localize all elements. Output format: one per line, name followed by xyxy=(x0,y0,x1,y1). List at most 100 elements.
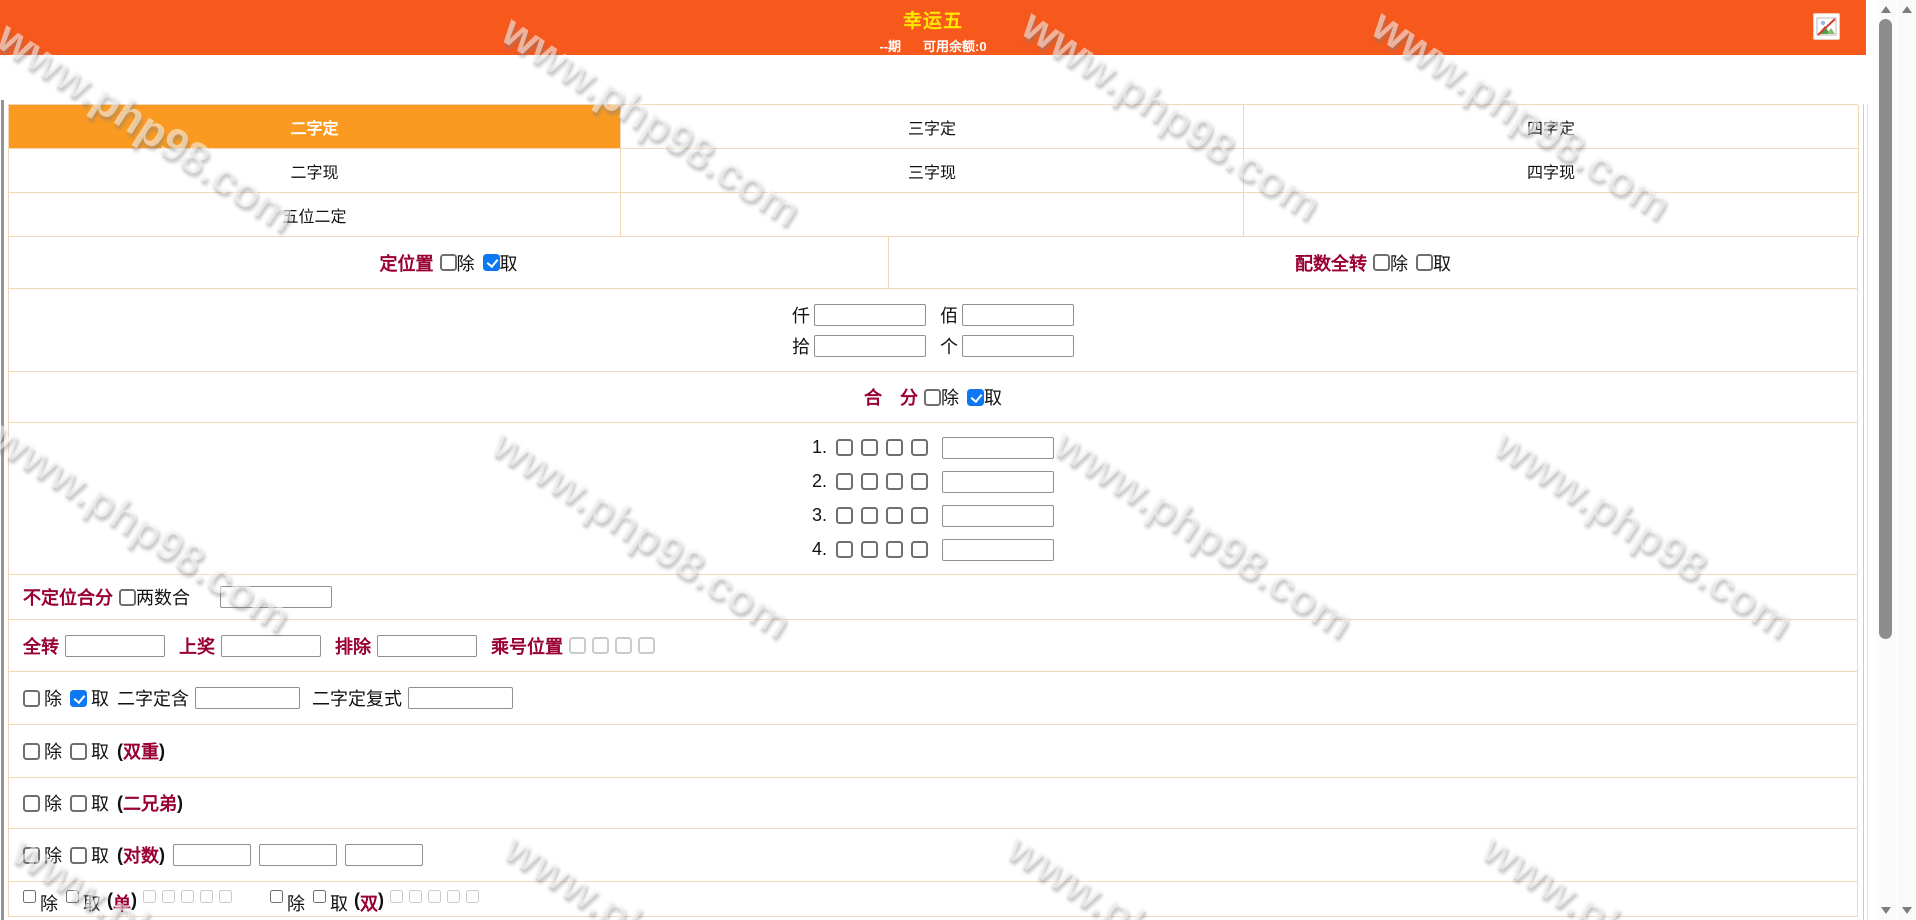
tab-siziding[interactable]: 四字定 xyxy=(1244,105,1859,149)
duishu-input-3[interactable] xyxy=(345,844,423,866)
scroll-up-icon[interactable] xyxy=(1881,6,1891,13)
checkbox-duishu-qu[interactable] xyxy=(70,847,87,864)
row4-amount-input[interactable] xyxy=(942,539,1054,561)
checkbox-chenghao-3[interactable] xyxy=(615,637,632,654)
checkbox-erxiongdi-qu[interactable] xyxy=(70,795,87,812)
checkbox-dingweizhi-chu[interactable] xyxy=(440,254,457,271)
tab-wuweierding[interactable]: 五位二定 xyxy=(9,193,621,237)
row3-amount-input[interactable] xyxy=(942,505,1054,527)
checkbox-liangshuhe[interactable] xyxy=(119,589,136,606)
inner-scrollbar[interactable] xyxy=(1876,0,1896,920)
tab-erzixian[interactable]: 二字现 xyxy=(9,149,621,193)
scroll-down-icon[interactable] xyxy=(1902,907,1912,914)
checkbox-shuang-1[interactable] xyxy=(390,890,403,903)
checkbox-dan-2[interactable] xyxy=(162,890,175,903)
row-shuangchong: 除 取 (双重) xyxy=(9,725,1857,778)
checkbox-shuang-5[interactable] xyxy=(466,890,479,903)
checkbox-row4-3[interactable] xyxy=(886,541,903,558)
page: 幸运五 --期可用余额:0 二字定 三字定 四字定 二字现 三字现 四字现 五 xyxy=(0,0,1916,920)
checkbox-peishu-chu[interactable] xyxy=(1373,254,1390,271)
checkbox-erxiongdi-chu[interactable] xyxy=(23,795,40,812)
checkbox-dan-5[interactable] xyxy=(219,890,232,903)
checkbox-peishu-qu[interactable] xyxy=(1416,254,1433,271)
row2-amount-input[interactable] xyxy=(942,471,1054,493)
broken-image-icon xyxy=(1813,13,1840,40)
checkbox-dan-1[interactable] xyxy=(143,890,156,903)
tab-erziding[interactable]: 二字定 xyxy=(9,105,621,149)
quanzhuan-input[interactable] xyxy=(65,635,165,657)
shangjiang-input[interactable] xyxy=(221,635,321,657)
checkbox-shuangchong-qu[interactable] xyxy=(70,743,87,760)
erzidinghan-input[interactable] xyxy=(195,687,300,709)
row-erzidinghan: 除 取 二字定含 二字定复式 xyxy=(9,672,1857,725)
scroll-up-icon[interactable] xyxy=(1902,6,1912,13)
scroll-down-icon[interactable] xyxy=(1881,907,1891,914)
scrollbar-thumb[interactable] xyxy=(1879,19,1892,639)
bai-input[interactable] xyxy=(962,304,1074,326)
checkbox-row4-4[interactable] xyxy=(911,541,928,558)
checkbox-duishu-chu[interactable] xyxy=(23,847,40,864)
window-scrollbar[interactable] xyxy=(1897,0,1916,920)
game-tab-table: 二字定 三字定 四字定 二字现 三字现 四字现 五位二定 xyxy=(8,104,1858,237)
checkbox-dan-3[interactable] xyxy=(181,890,194,903)
paren-close: ) xyxy=(159,845,165,866)
checkbox-chenghao-4[interactable] xyxy=(638,637,655,654)
checkbox-chenghao-1[interactable] xyxy=(569,637,586,654)
tab-sizixian[interactable]: 四字现 xyxy=(1244,149,1859,193)
cell-dingweizhi: 定位置 除 取 xyxy=(9,237,889,288)
checkbox-row4-1[interactable] xyxy=(836,541,853,558)
checkbox-row3-2[interactable] xyxy=(861,507,878,524)
checkbox-shuang-3[interactable] xyxy=(428,890,441,903)
erzidingfushi-input[interactable] xyxy=(408,687,513,709)
checkbox-row3-1[interactable] xyxy=(836,507,853,524)
chu-label: 除 xyxy=(457,250,475,276)
checkbox-row2-2[interactable] xyxy=(861,473,878,490)
checkbox-dan-qu[interactable] xyxy=(66,890,79,903)
balance-label: 可用余额:0 xyxy=(923,39,987,54)
checkbox-hefen-qu[interactable] xyxy=(967,389,984,406)
shi-input[interactable] xyxy=(814,335,926,357)
checkbox-dingweizhi-qu[interactable] xyxy=(483,254,500,271)
checkbox-row1-4[interactable] xyxy=(911,439,928,456)
ge-label: 个 xyxy=(940,333,958,359)
checkbox-erziding-qu[interactable] xyxy=(70,690,87,707)
checkbox-row2-3[interactable] xyxy=(886,473,903,490)
cell-peishuquanzhuan: 配数全转 除 取 xyxy=(889,237,1857,288)
qian-input[interactable] xyxy=(814,304,926,326)
row1-amount-input[interactable] xyxy=(942,437,1054,459)
row-position-mode: 定位置 除 取 配数全转 除 取 xyxy=(9,237,1857,289)
checkbox-dan-chu[interactable] xyxy=(23,890,36,903)
row-erxiongdi: 除 取 (二兄弟) xyxy=(9,778,1857,829)
checkbox-row3-3[interactable] xyxy=(886,507,903,524)
checkbox-erziding-chu[interactable] xyxy=(23,690,40,707)
checkbox-row1-1[interactable] xyxy=(836,439,853,456)
checkbox-shuang-chu[interactable] xyxy=(270,890,283,903)
checkbox-chenghao-2[interactable] xyxy=(592,637,609,654)
page-title: 幸运五 xyxy=(0,0,1866,33)
checkbox-dan-4[interactable] xyxy=(200,890,213,903)
checkbox-row2-1[interactable] xyxy=(836,473,853,490)
budingwei-input[interactable] xyxy=(220,586,332,608)
paichu-input[interactable] xyxy=(377,635,477,657)
tab-sanzixian[interactable]: 三字现 xyxy=(621,149,1244,193)
tab-empty-cell xyxy=(1244,193,1859,237)
erxiongdi-label: 二兄弟 xyxy=(123,790,177,816)
checkbox-shuang-qu[interactable] xyxy=(313,890,326,903)
duishu-input-1[interactable] xyxy=(173,844,251,866)
row-numbered-bets: 1. 2. 3. 4. xyxy=(9,423,1857,575)
qu-label: 取 xyxy=(91,842,109,868)
checkbox-shuang-2[interactable] xyxy=(409,890,422,903)
period-label: --期 xyxy=(879,39,901,54)
checkbox-shuang-4[interactable] xyxy=(447,890,460,903)
checkbox-shuangchong-chu[interactable] xyxy=(23,743,40,760)
checkbox-hefen-chu[interactable] xyxy=(924,389,941,406)
tab-sanziding[interactable]: 三字定 xyxy=(621,105,1244,149)
checkbox-row3-4[interactable] xyxy=(911,507,928,524)
checkbox-row2-4[interactable] xyxy=(911,473,928,490)
ge-input[interactable] xyxy=(962,335,1074,357)
checkbox-row1-3[interactable] xyxy=(886,439,903,456)
checkbox-row1-2[interactable] xyxy=(861,439,878,456)
paren-close: ) xyxy=(131,890,137,911)
duishu-input-2[interactable] xyxy=(259,844,337,866)
checkbox-row4-2[interactable] xyxy=(861,541,878,558)
